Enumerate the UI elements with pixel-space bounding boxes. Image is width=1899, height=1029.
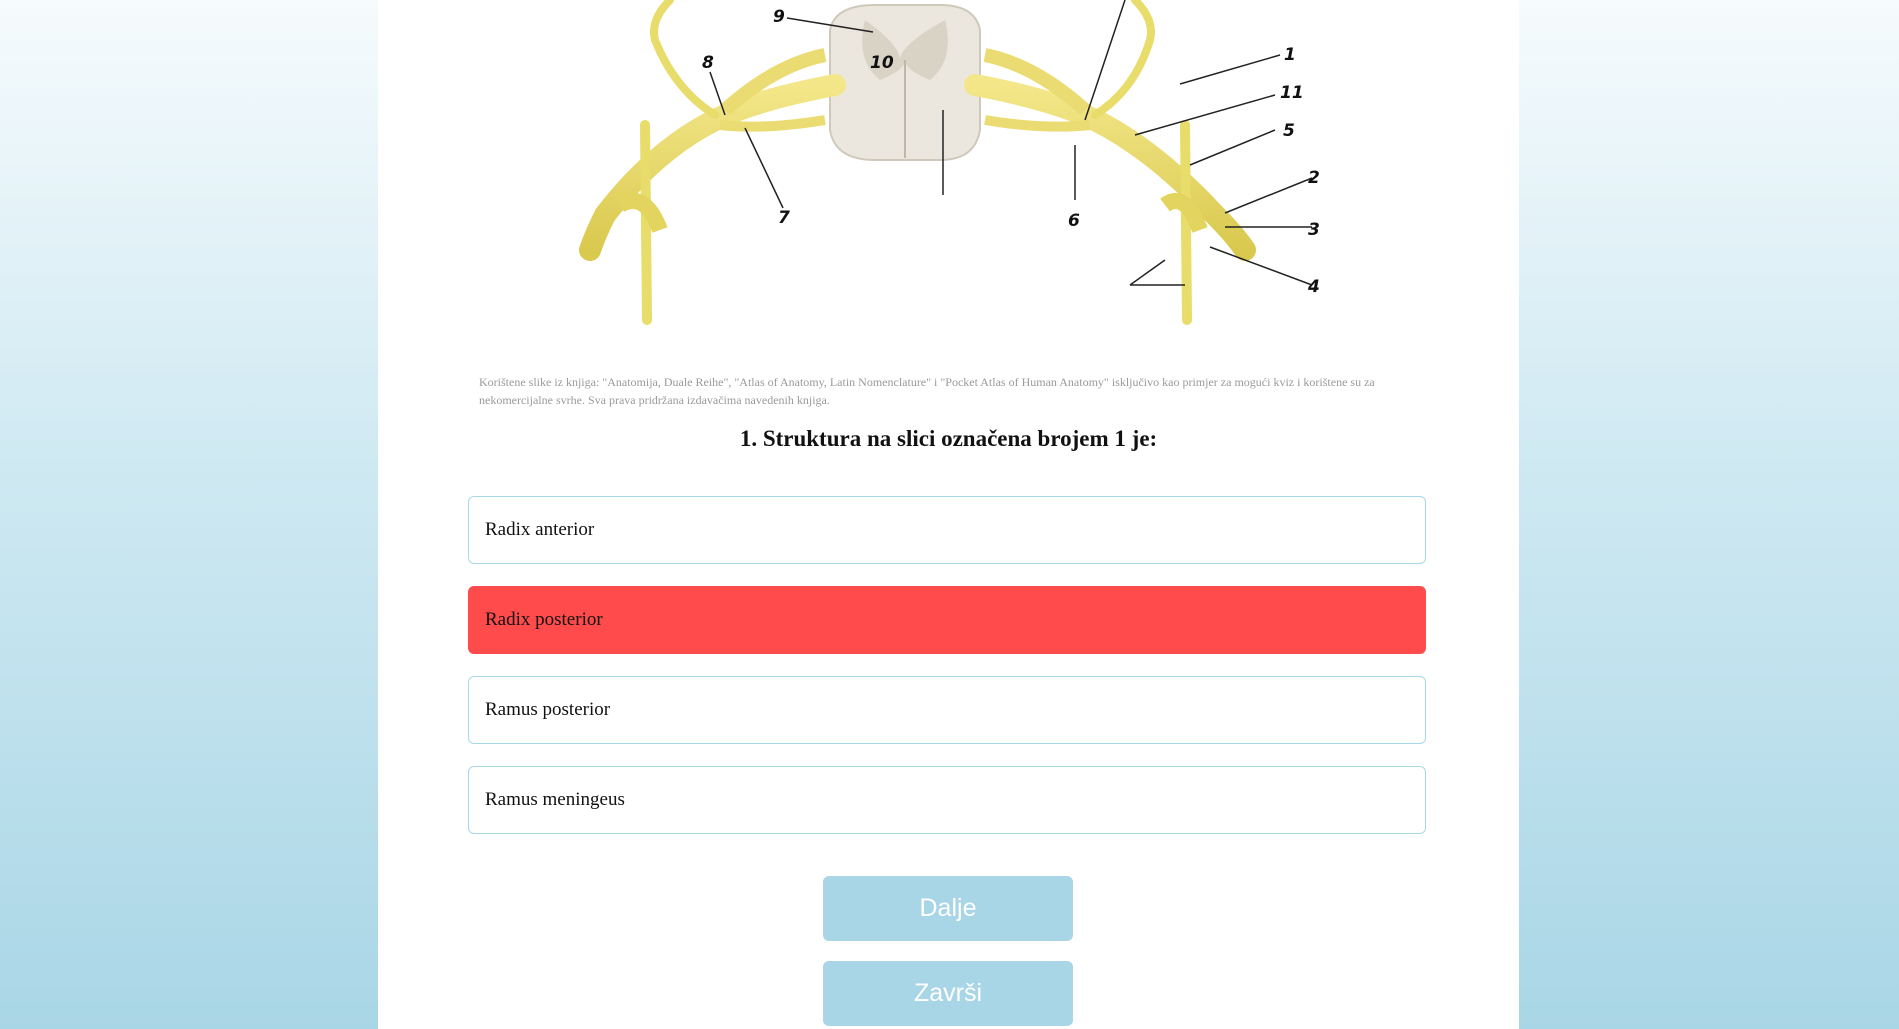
question-title: 1. Struktura na slici označena brojem 1 …	[739, 426, 1158, 451]
answer-option-4[interactable]: Ramus meningeus	[468, 766, 1426, 834]
answer-option-label: Radix posterior	[485, 609, 603, 630]
spinal-cord-illustration: 9 10 8 7 6 1 11 5 2 3 4	[579, 0, 1320, 325]
answer-option-1[interactable]: Radix anterior	[468, 496, 1426, 564]
figure-label-9: 9	[773, 7, 785, 27]
figure-label-5: 5	[1283, 121, 1295, 141]
figure-label-10: 10	[870, 53, 894, 73]
answer-option-label: Radix anterior	[485, 519, 595, 540]
image-attribution-caption: Korištene slike iz knjiga: "Anatomija, D…	[479, 375, 1375, 407]
answer-option-2[interactable]: Radix posterior	[468, 586, 1426, 654]
figure-label-11: 11	[1280, 83, 1304, 103]
figure-label-3: 3	[1308, 220, 1320, 240]
figure-label-4: 4	[1307, 277, 1320, 297]
answer-option-label: Ramus meningeus	[485, 789, 625, 810]
figure-label-8: 8	[702, 53, 714, 73]
figure-label-2: 2	[1308, 168, 1320, 188]
finish-button[interactable]: Završi	[823, 961, 1073, 1026]
answer-option-label: Ramus posterior	[485, 699, 611, 720]
figure-label-7: 7	[778, 208, 790, 228]
answer-option-3[interactable]: Ramus posterior	[468, 676, 1426, 744]
spinal-cord-figure: 9 10 8 7 6 1 11 5 2 3 4	[535, 0, 1365, 335]
next-button[interactable]: Dalje	[823, 876, 1073, 941]
figure-label-6: 6	[1068, 211, 1080, 231]
figure-label-1: 1	[1284, 45, 1296, 65]
